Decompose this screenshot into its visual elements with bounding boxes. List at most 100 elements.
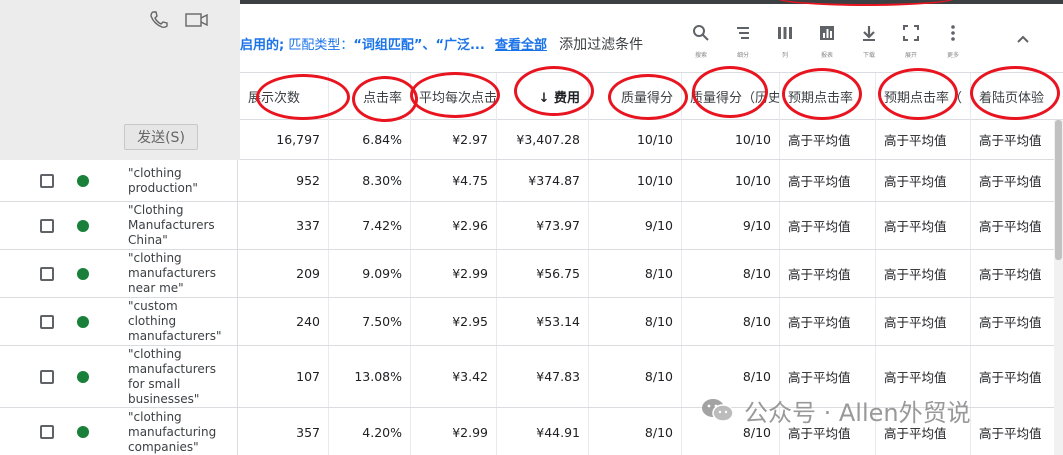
table-header: 展示次数 点击率 平均每次点击 ↓ 费用 质量得分 质量得分（历史） 预期点击率… xyxy=(240,72,1063,120)
toolbar-label: 报表 xyxy=(820,52,833,59)
impressions-cell: 240 xyxy=(240,298,329,345)
status-enabled-dot xyxy=(77,371,89,383)
columns-icon xyxy=(778,27,792,39)
cost-cell: ¥56.75 xyxy=(497,250,589,297)
search-icon xyxy=(693,25,709,41)
expected-ctr-cell: 高于平均值 xyxy=(780,250,876,297)
cost-cell: ¥73.97 xyxy=(497,202,589,249)
avg-cpc-cell: ¥2.99 xyxy=(411,250,497,297)
expected-ctr-cell: 高于平均值 xyxy=(780,298,876,345)
col-landing-page[interactable]: 着陆页体验 xyxy=(971,73,1063,120)
keyword-cell[interactable]: "Clothing Manufacturers China" xyxy=(128,202,238,249)
quality-score-hist-cell: 10/10 xyxy=(682,160,780,201)
ctr-cell: 8.30% xyxy=(329,160,411,201)
toolbar-download[interactable]: 下载 xyxy=(851,22,887,59)
status-enabled-dot xyxy=(77,268,89,280)
quality-score-hist-cell: 9/10 xyxy=(682,202,780,249)
toolbar-columns[interactable]: 列 xyxy=(767,22,803,59)
phone-icon[interactable] xyxy=(148,10,170,30)
table-row[interactable]: "Clothing Manufacturers China" 337 7.42%… xyxy=(0,202,1063,250)
toolbar-label: 列 xyxy=(781,52,788,59)
table-row[interactable]: "custom clothing manufacturers" 240 7.50… xyxy=(0,298,1063,346)
filter-enabled[interactable]: 启用的; xyxy=(240,38,284,53)
keyword-cell[interactable]: "clothing manufacturing companies" xyxy=(128,408,238,455)
landing-page-cell: 高于平均值 xyxy=(979,315,1042,330)
quality-score-cell: 9/10 xyxy=(589,202,682,249)
impressions-cell: 209 xyxy=(240,250,329,297)
quality-score-cell: 8/10 xyxy=(589,346,682,407)
quality-score-cell: 8/10 xyxy=(589,408,682,455)
toolbar-label: 搜索 xyxy=(694,52,707,59)
col-quality-score-hist[interactable]: 质量得分（历史） xyxy=(682,73,780,120)
keyword-cell[interactable]: "custom clothing manufacturers" xyxy=(128,298,238,345)
quality-score-hist-cell: 8/10 xyxy=(682,298,780,345)
row-checkbox[interactable] xyxy=(40,174,54,188)
col-cost[interactable]: ↓ 费用 xyxy=(497,73,589,120)
toolbar-label: 展开 xyxy=(904,52,917,59)
avg-cpc-cell: ¥4.75 xyxy=(411,160,497,201)
toolbar-more[interactable]: 更多 xyxy=(935,22,971,59)
totals-row: 16,797 6.84% ¥2.97 ¥3,407.28 10/10 10/10… xyxy=(240,120,1063,160)
filter-icon xyxy=(737,27,749,39)
toolbar-segment[interactable]: 细分 xyxy=(725,22,761,59)
landing-page-cell: 高于平均值 xyxy=(979,425,1042,441)
quality-score-cell: 8/10 xyxy=(589,298,682,345)
quality-score-hist-cell: 8/10 xyxy=(682,250,780,297)
video-camera-icon[interactable] xyxy=(184,10,210,30)
vertical-scrollbar[interactable] xyxy=(1054,120,1063,455)
landing-page-cell: 高于平均值 xyxy=(979,174,1042,189)
avg-cpc-cell: ¥2.96 xyxy=(411,202,497,249)
toolbar-reports[interactable]: 报表 xyxy=(809,22,845,59)
status-enabled-dot xyxy=(77,426,89,438)
chevron-up-icon[interactable] xyxy=(1014,30,1032,48)
ctr-cell: 4.20% xyxy=(329,408,411,455)
total-impressions: 16,797 xyxy=(240,120,329,159)
col-expected-ctr-hist[interactable]: 预期点击率（ xyxy=(876,73,971,120)
status-enabled-dot xyxy=(77,316,89,328)
impressions-cell: 107 xyxy=(240,346,329,407)
total-expected-ctr-hist: 高于平均值 xyxy=(876,120,971,159)
expected-ctr-hist-cell: 高于平均值 xyxy=(876,160,971,201)
filter-summary: 启用的; 匹配类型：“词组匹配”、“广泛... 查看全部 添加过滤条件 xyxy=(240,34,643,54)
row-checkbox[interactable] xyxy=(40,425,54,439)
filter-match-values[interactable]: “词组匹配”、“广泛... xyxy=(353,38,484,53)
keyword-cell[interactable]: "clothing production" xyxy=(128,160,238,201)
expected-ctr-cell: 高于平均值 xyxy=(780,202,876,249)
keyword-cell[interactable]: "clothing manufacturers for small busine… xyxy=(128,346,238,407)
avg-cpc-cell: ¥2.95 xyxy=(411,298,497,345)
row-checkbox[interactable] xyxy=(40,267,54,281)
table-row[interactable]: "clothing production" 952 8.30% ¥4.75 ¥3… xyxy=(0,160,1063,202)
col-quality-score[interactable]: 质量得分 xyxy=(589,73,682,120)
cost-cell: ¥47.83 xyxy=(497,346,589,407)
toolbar-expand[interactable]: 展开 xyxy=(893,22,929,59)
add-filter-button[interactable]: 添加过滤条件 xyxy=(559,37,643,53)
landing-page-cell: 高于平均值 xyxy=(979,267,1042,282)
avg-cpc-cell: ¥2.99 xyxy=(411,408,497,455)
col-avg-cpc[interactable]: 平均每次点击 xyxy=(411,73,497,120)
toolbar-label: 更多 xyxy=(946,52,959,59)
row-checkbox[interactable] xyxy=(40,315,54,329)
expected-ctr-hist-cell: 高于平均值 xyxy=(876,202,971,249)
col-ctr[interactable]: 点击率 xyxy=(329,73,411,120)
more-icon xyxy=(951,25,955,41)
col-expected-ctr[interactable]: 预期点击率 xyxy=(780,73,876,120)
expected-ctr-cell: 高于平均值 xyxy=(780,160,876,201)
wechat-icon xyxy=(702,399,734,422)
row-checkbox[interactable] xyxy=(40,219,54,233)
total-avg-cpc: ¥2.97 xyxy=(411,120,497,159)
table-row[interactable]: "clothing manufacturers near me" 209 9.0… xyxy=(0,250,1063,298)
toolbar-label: 细分 xyxy=(736,52,749,59)
impressions-cell: 952 xyxy=(240,160,329,201)
landing-page-cell: 高于平均值 xyxy=(979,370,1042,385)
download-icon xyxy=(863,26,875,41)
table-toolbar: 搜索 细分 列 报表 下载 展开 更多 xyxy=(683,22,983,64)
toolbar-search[interactable]: 搜索 xyxy=(683,22,719,59)
total-cost: ¥3,407.28 xyxy=(497,120,589,159)
expand-icon xyxy=(903,25,919,41)
row-checkbox[interactable] xyxy=(40,370,54,384)
scrollbar-thumb[interactable] xyxy=(1055,120,1062,260)
landing-page-cell: 高于平均值 xyxy=(979,219,1042,234)
keyword-cell[interactable]: "clothing manufacturers near me" xyxy=(128,250,238,297)
view-all-link[interactable]: 查看全部 xyxy=(495,38,547,53)
col-impressions[interactable]: 展示次数 xyxy=(240,73,329,120)
